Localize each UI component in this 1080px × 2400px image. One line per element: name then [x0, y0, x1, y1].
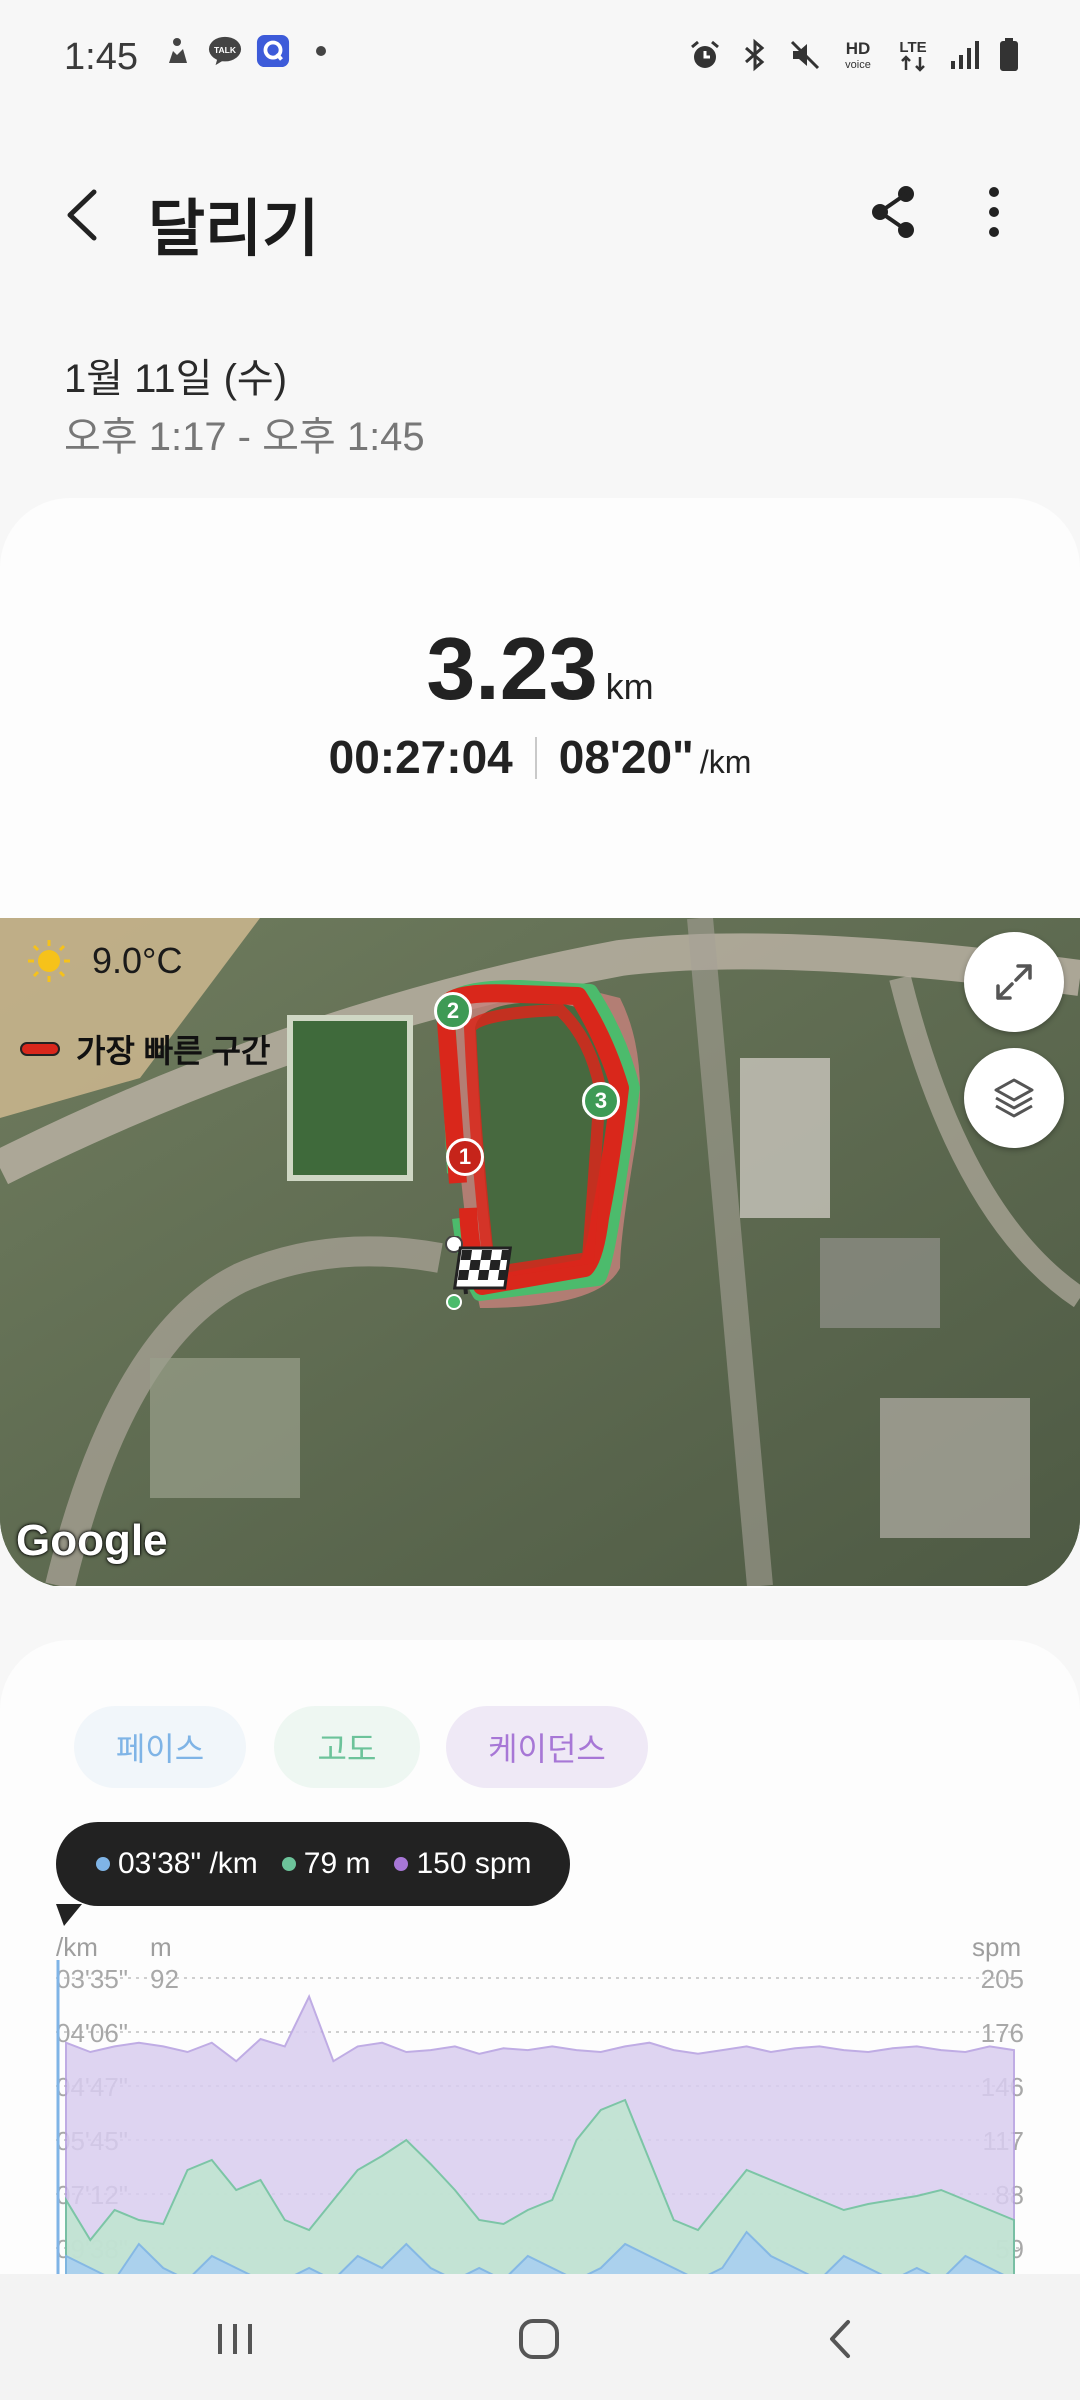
home-button[interactable] [504, 2304, 574, 2374]
cadence-tick-label: 205 [981, 1964, 1024, 1994]
pace-dot [96, 1857, 110, 1871]
legend-label: 가장 빠른 구간 [76, 1033, 271, 1069]
lap-marker-1[interactable]: 1 [446, 1138, 484, 1176]
recent-apps-icon [218, 2324, 252, 2354]
mute-icon [788, 38, 822, 72]
alarm-icon [688, 38, 722, 72]
workout-chart[interactable]: 03'35"20504'06"17604'47"14605'45"11707'1… [56, 1960, 1024, 2280]
recent-apps-button[interactable] [200, 2304, 270, 2374]
tab-pace[interactable]: 페이스 [74, 1706, 246, 1788]
weather-info: 9.0°C [26, 938, 182, 984]
share-icon [872, 186, 914, 238]
accessibility-icon [160, 34, 194, 68]
pace-unit-label: /km [56, 1932, 98, 1962]
legend-swatch [20, 1042, 60, 1056]
status-bar: 1:45 TALK HD voice LTE [0, 0, 1080, 120]
home-icon [519, 2319, 559, 2359]
more-options-button[interactable] [966, 180, 1022, 244]
hd-voice-icon: HD voice [838, 38, 878, 72]
chart-tooltip: 03'38" /km 79 m 150 spm [56, 1822, 570, 1906]
lap-marker-2[interactable]: 2 [434, 992, 472, 1030]
duration-pace-row: 00:27:04 08'20"/km [0, 730, 1080, 784]
tab-cadence[interactable]: 케이던스 [446, 1706, 648, 1788]
cadence-dot [394, 1857, 409, 1871]
nav-back-button[interactable] [806, 2304, 876, 2374]
altitude-tick-label: 92 [150, 1964, 179, 1994]
distance-display: 3.23 km [0, 618, 1080, 720]
svg-text:voice: voice [845, 59, 871, 71]
tooltip-altitude: 79 m [303, 1847, 371, 1880]
layers-icon [994, 1078, 1034, 1118]
tab-altitude[interactable]: 고도 [274, 1706, 420, 1788]
back-arrow-icon [67, 189, 97, 241]
app-icon [256, 34, 290, 68]
fastest-segment-legend: 가장 빠른 구간 [20, 1026, 270, 1072]
lte-icon: LTE [894, 38, 932, 72]
app-header: 달리기 [0, 150, 1080, 280]
distance-value: 3.23 [426, 619, 598, 718]
tooltip-cadence: 150 spm [416, 1847, 532, 1880]
share-button[interactable] [862, 180, 926, 244]
svg-text:HD: HD [846, 39, 871, 58]
expand-icon [996, 964, 1032, 1000]
pace-unit: /km [699, 744, 752, 780]
finish-flag-icon [440, 1235, 530, 1321]
pace-value: 08'20" [558, 731, 694, 783]
summary-card: 3.23 km 00:27:04 08'20"/km 9.0°C 가장 빠른 구… [0, 498, 1080, 1588]
page-title: 달리기 [148, 195, 320, 264]
status-time: 1:45 [64, 36, 138, 78]
temperature-text: 9.0°C [92, 940, 183, 981]
svg-text:TALK: TALK [214, 45, 237, 55]
cadence-unit-label: spm [972, 1932, 1022, 1962]
pace-tick-label: 03'35" [56, 1964, 128, 1994]
lap-marker-3[interactable]: 3 [582, 1082, 620, 1120]
google-logo: Google [16, 1516, 168, 1565]
tooltip-pointer [56, 1904, 82, 1926]
duration-value: 00:27:04 [328, 731, 513, 783]
route-map[interactable]: 9.0°C 가장 빠른 구간 2 3 1 Google [0, 918, 1080, 1586]
satellite-background [0, 918, 1080, 1586]
map-layers-button[interactable] [964, 1048, 1064, 1148]
cadence-tick-label: 176 [981, 2018, 1024, 2048]
session-time-range: 오후 1:17 - 오후 1:45 [64, 415, 425, 459]
altitude-dot [281, 1857, 296, 1871]
bluetooth-icon [738, 38, 772, 72]
sun-icon [28, 940, 70, 982]
more-vert-icon [989, 187, 999, 237]
battery-icon [998, 38, 1020, 72]
kakaotalk-icon: TALK [208, 34, 242, 68]
chart-card: 페이스 고도 케이던스 03'38" /km 79 m 150 spm /km … [0, 1640, 1080, 2280]
expand-map-button[interactable] [964, 932, 1064, 1032]
divider [534, 737, 537, 779]
altitude-unit-label: m [150, 1932, 172, 1962]
dot-icon [304, 34, 338, 68]
nav-back-icon [830, 2320, 850, 2358]
distance-unit: km [605, 666, 654, 707]
session-date: 1월 11일 (수) [64, 357, 288, 401]
back-button[interactable] [52, 180, 122, 250]
svg-text:LTE: LTE [899, 39, 926, 56]
signal-icon [948, 38, 982, 72]
navigation-bar [0, 2274, 1080, 2400]
tooltip-pace: 03'38" /km [118, 1847, 258, 1880]
